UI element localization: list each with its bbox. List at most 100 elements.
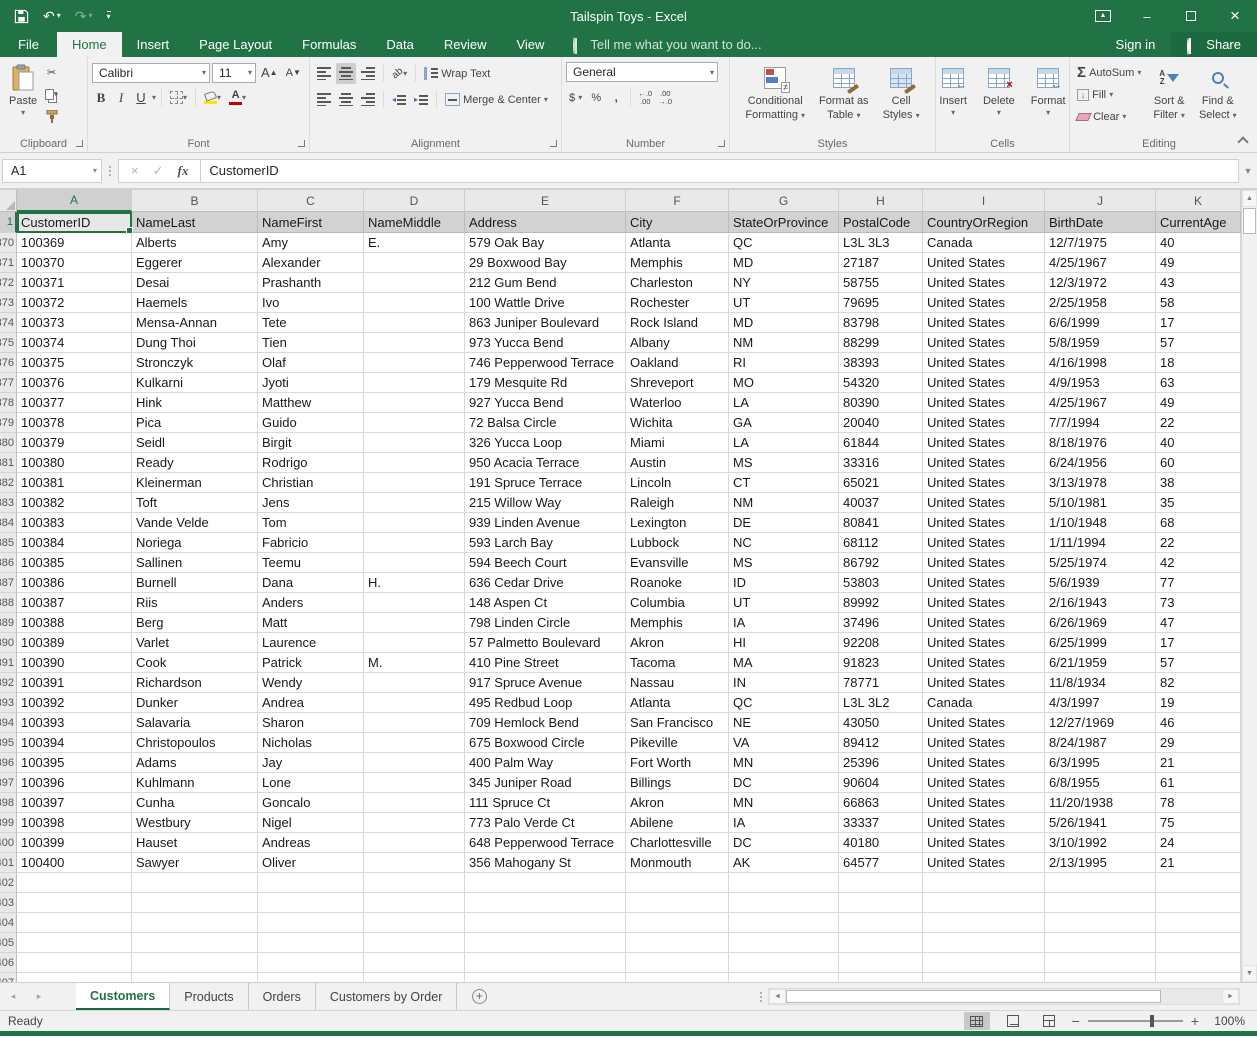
cell-J391[interactable]: 6/21/1959: [1045, 653, 1156, 673]
cell-C371[interactable]: Alexander: [258, 253, 364, 273]
cell-I375[interactable]: United States: [923, 333, 1045, 353]
cell-C384[interactable]: Tom: [258, 513, 364, 533]
cell-B373[interactable]: Haemels: [132, 293, 258, 313]
cell-B397[interactable]: Kuhlmann: [132, 773, 258, 793]
cell-A386[interactable]: 100385: [17, 553, 132, 573]
cell-G385[interactable]: NC: [729, 533, 839, 553]
cell-C375[interactable]: Tien: [258, 333, 364, 353]
cell-A392[interactable]: 100391: [17, 673, 132, 693]
cell-J389[interactable]: 6/26/1969: [1045, 613, 1156, 633]
cell-A372[interactable]: 100371: [17, 273, 132, 293]
cell-K398[interactable]: 78: [1156, 793, 1241, 813]
cell-E382[interactable]: 191 Spruce Terrace: [465, 473, 626, 493]
cell-J406[interactable]: [1045, 953, 1156, 973]
cancel-icon[interactable]: ×: [131, 163, 139, 178]
cell-D402[interactable]: [364, 873, 465, 893]
cell-C393[interactable]: Andrea: [258, 693, 364, 713]
cell-G390[interactable]: HI: [729, 633, 839, 653]
cell-F375[interactable]: Albany: [626, 333, 729, 353]
cell-J377[interactable]: 4/9/1953: [1045, 373, 1156, 393]
cell-K391[interactable]: 57: [1156, 653, 1241, 673]
cell-A406[interactable]: [17, 953, 132, 973]
cell-C372[interactable]: Prashanth: [258, 273, 364, 293]
insert-cells-button[interactable]: ← Insert ▾: [934, 60, 972, 135]
cell-G396[interactable]: MN: [729, 753, 839, 773]
bottom-align-button[interactable]: [358, 63, 378, 84]
row-header-404[interactable]: 404: [0, 913, 17, 933]
cell-F400[interactable]: Charlottesville: [626, 833, 729, 853]
cell-B377[interactable]: Kulkarni: [132, 373, 258, 393]
cell-J395[interactable]: 8/24/1987: [1045, 733, 1156, 753]
cell-K405[interactable]: [1156, 933, 1241, 953]
cell-J373[interactable]: 2/25/1958: [1045, 293, 1156, 313]
select-all-button[interactable]: [0, 190, 17, 212]
cell-D404[interactable]: [364, 913, 465, 933]
middle-align-button[interactable]: [336, 63, 356, 84]
cell-H403[interactable]: [839, 893, 923, 913]
cell-C380[interactable]: Birgit: [258, 433, 364, 453]
cell-K394[interactable]: 46: [1156, 713, 1241, 733]
alignment-dialog-launcher[interactable]: [550, 140, 557, 147]
cell-B374[interactable]: Mensa-Annan: [132, 313, 258, 333]
cell-D373[interactable]: [364, 293, 465, 313]
cell-C386[interactable]: Teemu: [258, 553, 364, 573]
cell-J394[interactable]: 12/27/1969: [1045, 713, 1156, 733]
cell-E377[interactable]: 179 Mesquite Rd: [465, 373, 626, 393]
cell-A385[interactable]: 100384: [17, 533, 132, 553]
cell-D385[interactable]: [364, 533, 465, 553]
underline-button[interactable]: U: [132, 87, 150, 108]
cell-E378[interactable]: 927 Yucca Bend: [465, 393, 626, 413]
cell-G405[interactable]: [729, 933, 839, 953]
cell-A390[interactable]: 100389: [17, 633, 132, 653]
row-header-382[interactable]: 382: [0, 473, 17, 493]
find-select-button[interactable]: Find & Select ▾: [1194, 60, 1242, 135]
cell-A400[interactable]: 100399: [17, 833, 132, 853]
zoom-level[interactable]: 100%: [1209, 1014, 1245, 1028]
cell-D405[interactable]: [364, 933, 465, 953]
tab-review[interactable]: Review: [429, 32, 502, 57]
cell-F371[interactable]: Memphis: [626, 253, 729, 273]
cell-H398[interactable]: 66863: [839, 793, 923, 813]
cell-F381[interactable]: Austin: [626, 453, 729, 473]
cell-B385[interactable]: Noriega: [132, 533, 258, 553]
undo-button[interactable]: ↶▾: [43, 9, 61, 23]
cell-D387[interactable]: H.: [364, 573, 465, 593]
new-sheet-button[interactable]: +: [457, 983, 501, 1010]
formula-input[interactable]: CustomerID: [201, 159, 1239, 183]
cell-B390[interactable]: Varlet: [132, 633, 258, 653]
cell-G370[interactable]: QC: [729, 233, 839, 253]
cell-B401[interactable]: Sawyer: [132, 853, 258, 873]
decrease-font-size-button[interactable]: A▼: [283, 62, 304, 83]
cell-D395[interactable]: [364, 733, 465, 753]
row-header-372[interactable]: 372: [0, 273, 17, 293]
column-header-D[interactable]: D: [364, 190, 465, 212]
row-header-1[interactable]: 1: [0, 212, 17, 233]
cell-I387[interactable]: United States: [923, 573, 1045, 593]
insert-function-button[interactable]: fx: [178, 163, 189, 179]
cell-H401[interactable]: 64577: [839, 853, 923, 873]
cell-B376[interactable]: Stronczyk: [132, 353, 258, 373]
cell-K387[interactable]: 77: [1156, 573, 1241, 593]
scroll-down-button[interactable]: ▼: [1242, 965, 1257, 982]
column-header-I[interactable]: I: [923, 190, 1045, 212]
cell-J374[interactable]: 6/6/1999: [1045, 313, 1156, 333]
tab-home[interactable]: Home: [57, 32, 122, 57]
row-header-385[interactable]: 385: [0, 533, 17, 553]
row-header-402[interactable]: 402: [0, 873, 17, 893]
column-header-A[interactable]: A: [17, 190, 132, 212]
cell-H402[interactable]: [839, 873, 923, 893]
cell-H376[interactable]: 38393: [839, 353, 923, 373]
cell-F372[interactable]: Charleston: [626, 273, 729, 293]
tab-formulas[interactable]: Formulas: [287, 32, 371, 57]
cell-I388[interactable]: United States: [923, 593, 1045, 613]
cell-D398[interactable]: [364, 793, 465, 813]
cell-G393[interactable]: QC: [729, 693, 839, 713]
cell-F387[interactable]: Roanoke: [626, 573, 729, 593]
cell-G383[interactable]: NM: [729, 493, 839, 513]
cell-A382[interactable]: 100381: [17, 473, 132, 493]
cell-F391[interactable]: Tacoma: [626, 653, 729, 673]
cell-A387[interactable]: 100386: [17, 573, 132, 593]
cell-I395[interactable]: United States: [923, 733, 1045, 753]
row-header-376[interactable]: 376: [0, 353, 17, 373]
cell-D391[interactable]: M.: [364, 653, 465, 673]
